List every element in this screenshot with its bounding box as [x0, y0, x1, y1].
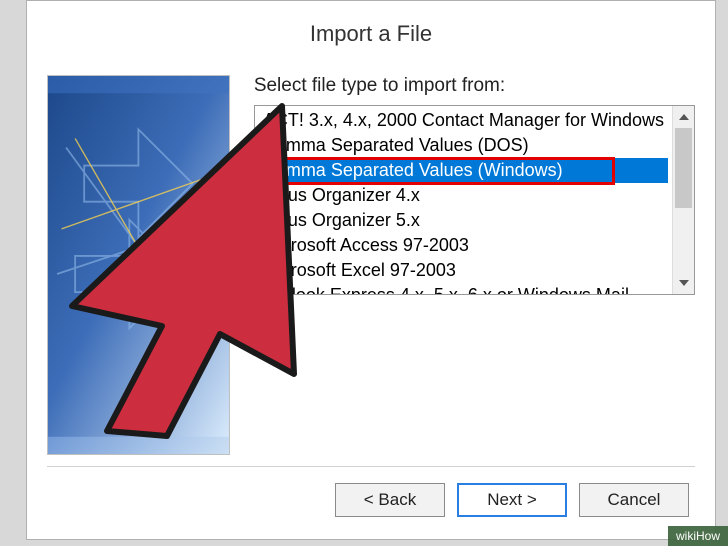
scroll-thumb[interactable] [675, 128, 692, 208]
file-type-item[interactable]: Lotus Organizer 4.x [259, 183, 668, 208]
dialog-content: Select file type to import from: ACT! 3.… [27, 75, 715, 455]
file-type-item[interactable]: Lotus Organizer 5.x [259, 208, 668, 233]
listbox-scrollbar[interactable] [672, 106, 694, 294]
right-panel: Select file type to import from: ACT! 3.… [254, 75, 695, 455]
import-file-dialog: Import a File [26, 0, 716, 540]
button-row: < Back Next > Cancel [335, 483, 689, 517]
file-type-item[interactable]: Microsoft Excel 97-2003 [259, 258, 668, 283]
file-type-listbox[interactable]: ACT! 3.x, 4.x, 2000 Contact Manager for … [254, 105, 695, 295]
watermark: wikiHow [668, 526, 728, 546]
list-items-container: ACT! 3.x, 4.x, 2000 Contact Manager for … [255, 106, 672, 294]
prompt-label: Select file type to import from: [254, 75, 695, 97]
divider [47, 466, 695, 467]
wizard-graphic [47, 75, 230, 455]
file-type-item[interactable]: Comma Separated Values (DOS) [259, 133, 668, 158]
cancel-button[interactable]: Cancel [579, 483, 689, 517]
scroll-up-button[interactable] [673, 106, 694, 128]
back-button[interactable]: < Back [335, 483, 445, 517]
next-button[interactable]: Next > [457, 483, 567, 517]
scroll-down-button[interactable] [673, 272, 694, 294]
dialog-title: Import a File [27, 1, 715, 75]
file-type-item[interactable]: Outlook Express 4.x, 5.x, 6.x or Windows… [259, 283, 668, 294]
file-type-item-selected[interactable]: Comma Separated Values (Windows) [259, 158, 668, 183]
file-type-item[interactable]: Microsoft Access 97-2003 [259, 233, 668, 258]
scroll-track[interactable] [673, 128, 694, 272]
file-type-item[interactable]: ACT! 3.x, 4.x, 2000 Contact Manager for … [259, 108, 668, 133]
